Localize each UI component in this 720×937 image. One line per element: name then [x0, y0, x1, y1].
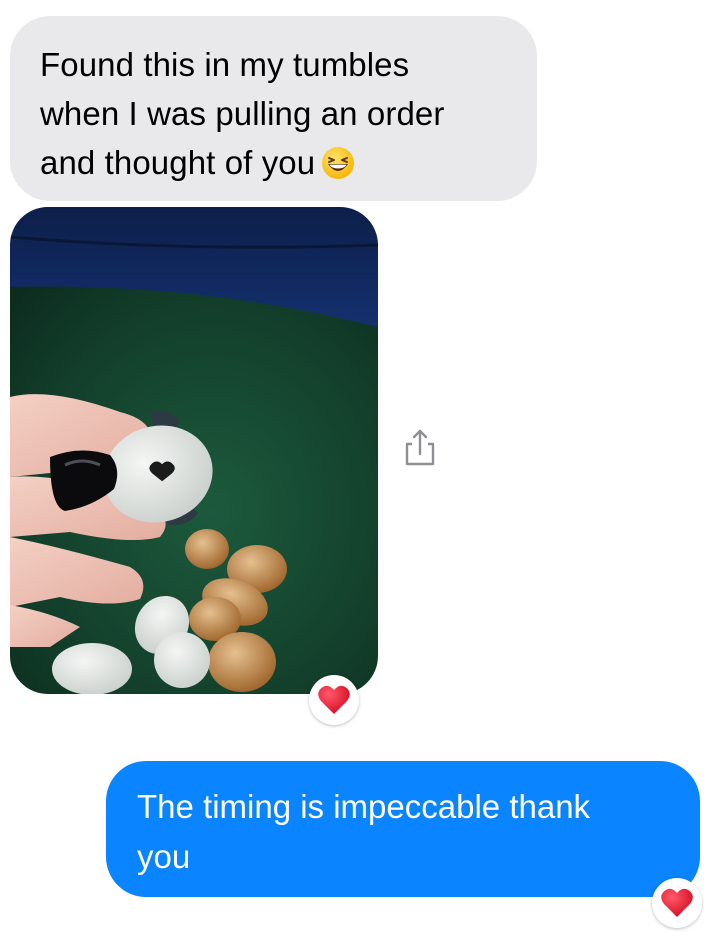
heart-reaction-badge[interactable] — [652, 878, 702, 928]
message-thread: Found this in my tumbles when I was pull… — [0, 0, 720, 937]
incoming-message-bubble[interactable]: Found this in my tumbles when I was pull… — [10, 16, 537, 201]
outgoing-message-bubble[interactable]: The timing is impeccable thank you — [106, 761, 700, 897]
incoming-message-line-1: Found this in my tumbles — [40, 46, 410, 83]
grinning-squinting-face-emoji-icon — [321, 144, 355, 193]
heart-reaction-icon — [661, 888, 693, 917]
incoming-message-line-3-text: and thought of you — [40, 144, 316, 181]
photo-attachment[interactable] — [10, 207, 378, 694]
outgoing-message-text: The timing is impeccable thank you — [137, 782, 670, 882]
outgoing-message-line-2: you — [137, 838, 191, 875]
photo-image — [10, 207, 378, 694]
heart-reaction-badge[interactable] — [309, 675, 359, 725]
incoming-message-text: Found this in my tumbles when I was pull… — [40, 40, 509, 193]
incoming-message-line-3: and thought of you — [40, 138, 509, 193]
incoming-message-line-2: when I was pulling an order — [40, 95, 445, 132]
heart-reaction-icon — [318, 685, 350, 714]
share-button[interactable] — [398, 426, 442, 470]
share-icon — [405, 429, 435, 466]
outgoing-message-line-1: The timing is impeccable thank — [137, 788, 591, 825]
